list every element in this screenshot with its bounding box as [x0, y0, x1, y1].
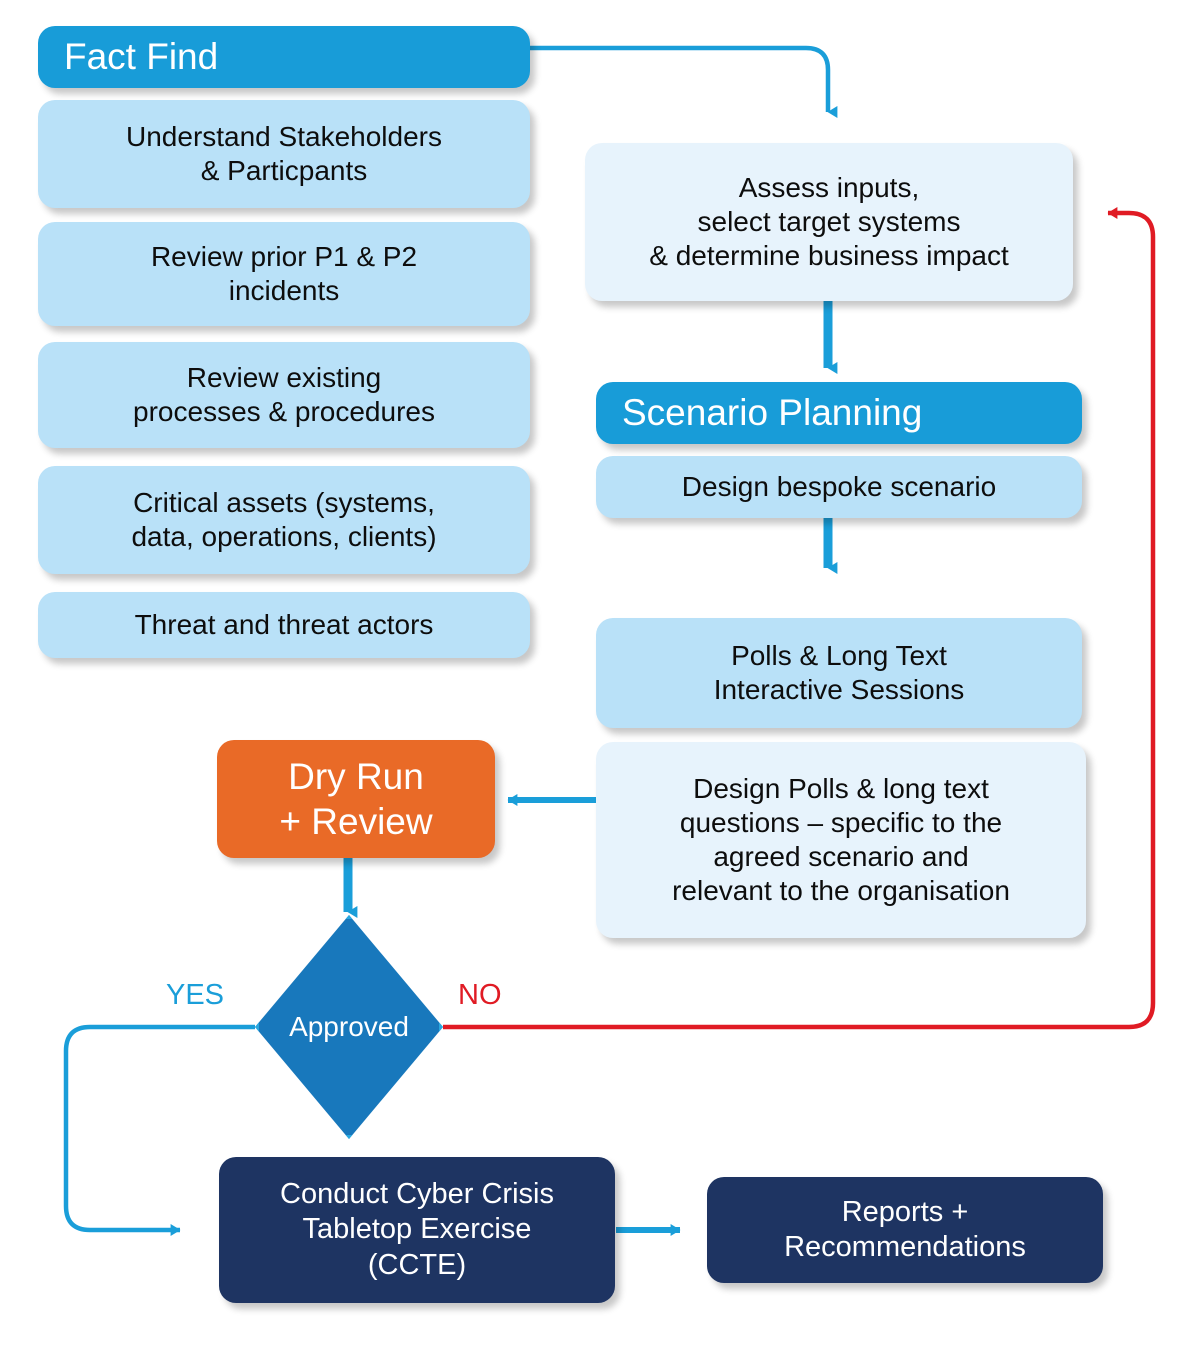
fact-find-item-understand-stakeholders[interactable]: Understand Stakeholders & Particpants: [38, 100, 530, 208]
edge-label-no: NO: [458, 979, 502, 1011]
reports-recommendations-box[interactable]: Reports + Recommendations: [707, 1177, 1103, 1283]
connector-factfind-to-assess: [530, 45, 838, 118]
scenario-planning-header[interactable]: Scenario Planning: [596, 382, 1082, 444]
edge-label-yes: YES: [166, 979, 225, 1011]
flowchart-canvas: Fact Find Understand Stakeholders & Part…: [0, 0, 1192, 1350]
approved-decision-diamond[interactable]: Approved: [255, 915, 443, 1139]
dry-run-review-box[interactable]: Dry Run + Review: [217, 740, 495, 858]
polls-interactive-sessions-box[interactable]: Polls & Long Text Interactive Sessions: [596, 618, 1082, 728]
fact-find-item-review-prior-incidents[interactable]: Review prior P1 & P2 incidents: [38, 222, 530, 326]
fact-find-item-critical-assets[interactable]: Critical assets (systems, data, operatio…: [38, 466, 530, 574]
fact-find-item-threat-actors[interactable]: Threat and threat actors: [38, 592, 530, 658]
assess-inputs-box[interactable]: Assess inputs, select target systems & d…: [585, 143, 1073, 301]
fact-find-header[interactable]: Fact Find: [38, 26, 530, 88]
fact-find-item-review-existing-processes[interactable]: Review existing processes & procedures: [38, 342, 530, 448]
design-bespoke-scenario-box[interactable]: Design bespoke scenario: [596, 456, 1082, 518]
approved-decision-label: Approved: [289, 1011, 409, 1042]
design-polls-questions-box[interactable]: Design Polls & long text questions – spe…: [596, 742, 1086, 938]
conduct-cyber-crisis-exercise-box[interactable]: Conduct Cyber Crisis Tabletop Exercise (…: [219, 1157, 615, 1303]
